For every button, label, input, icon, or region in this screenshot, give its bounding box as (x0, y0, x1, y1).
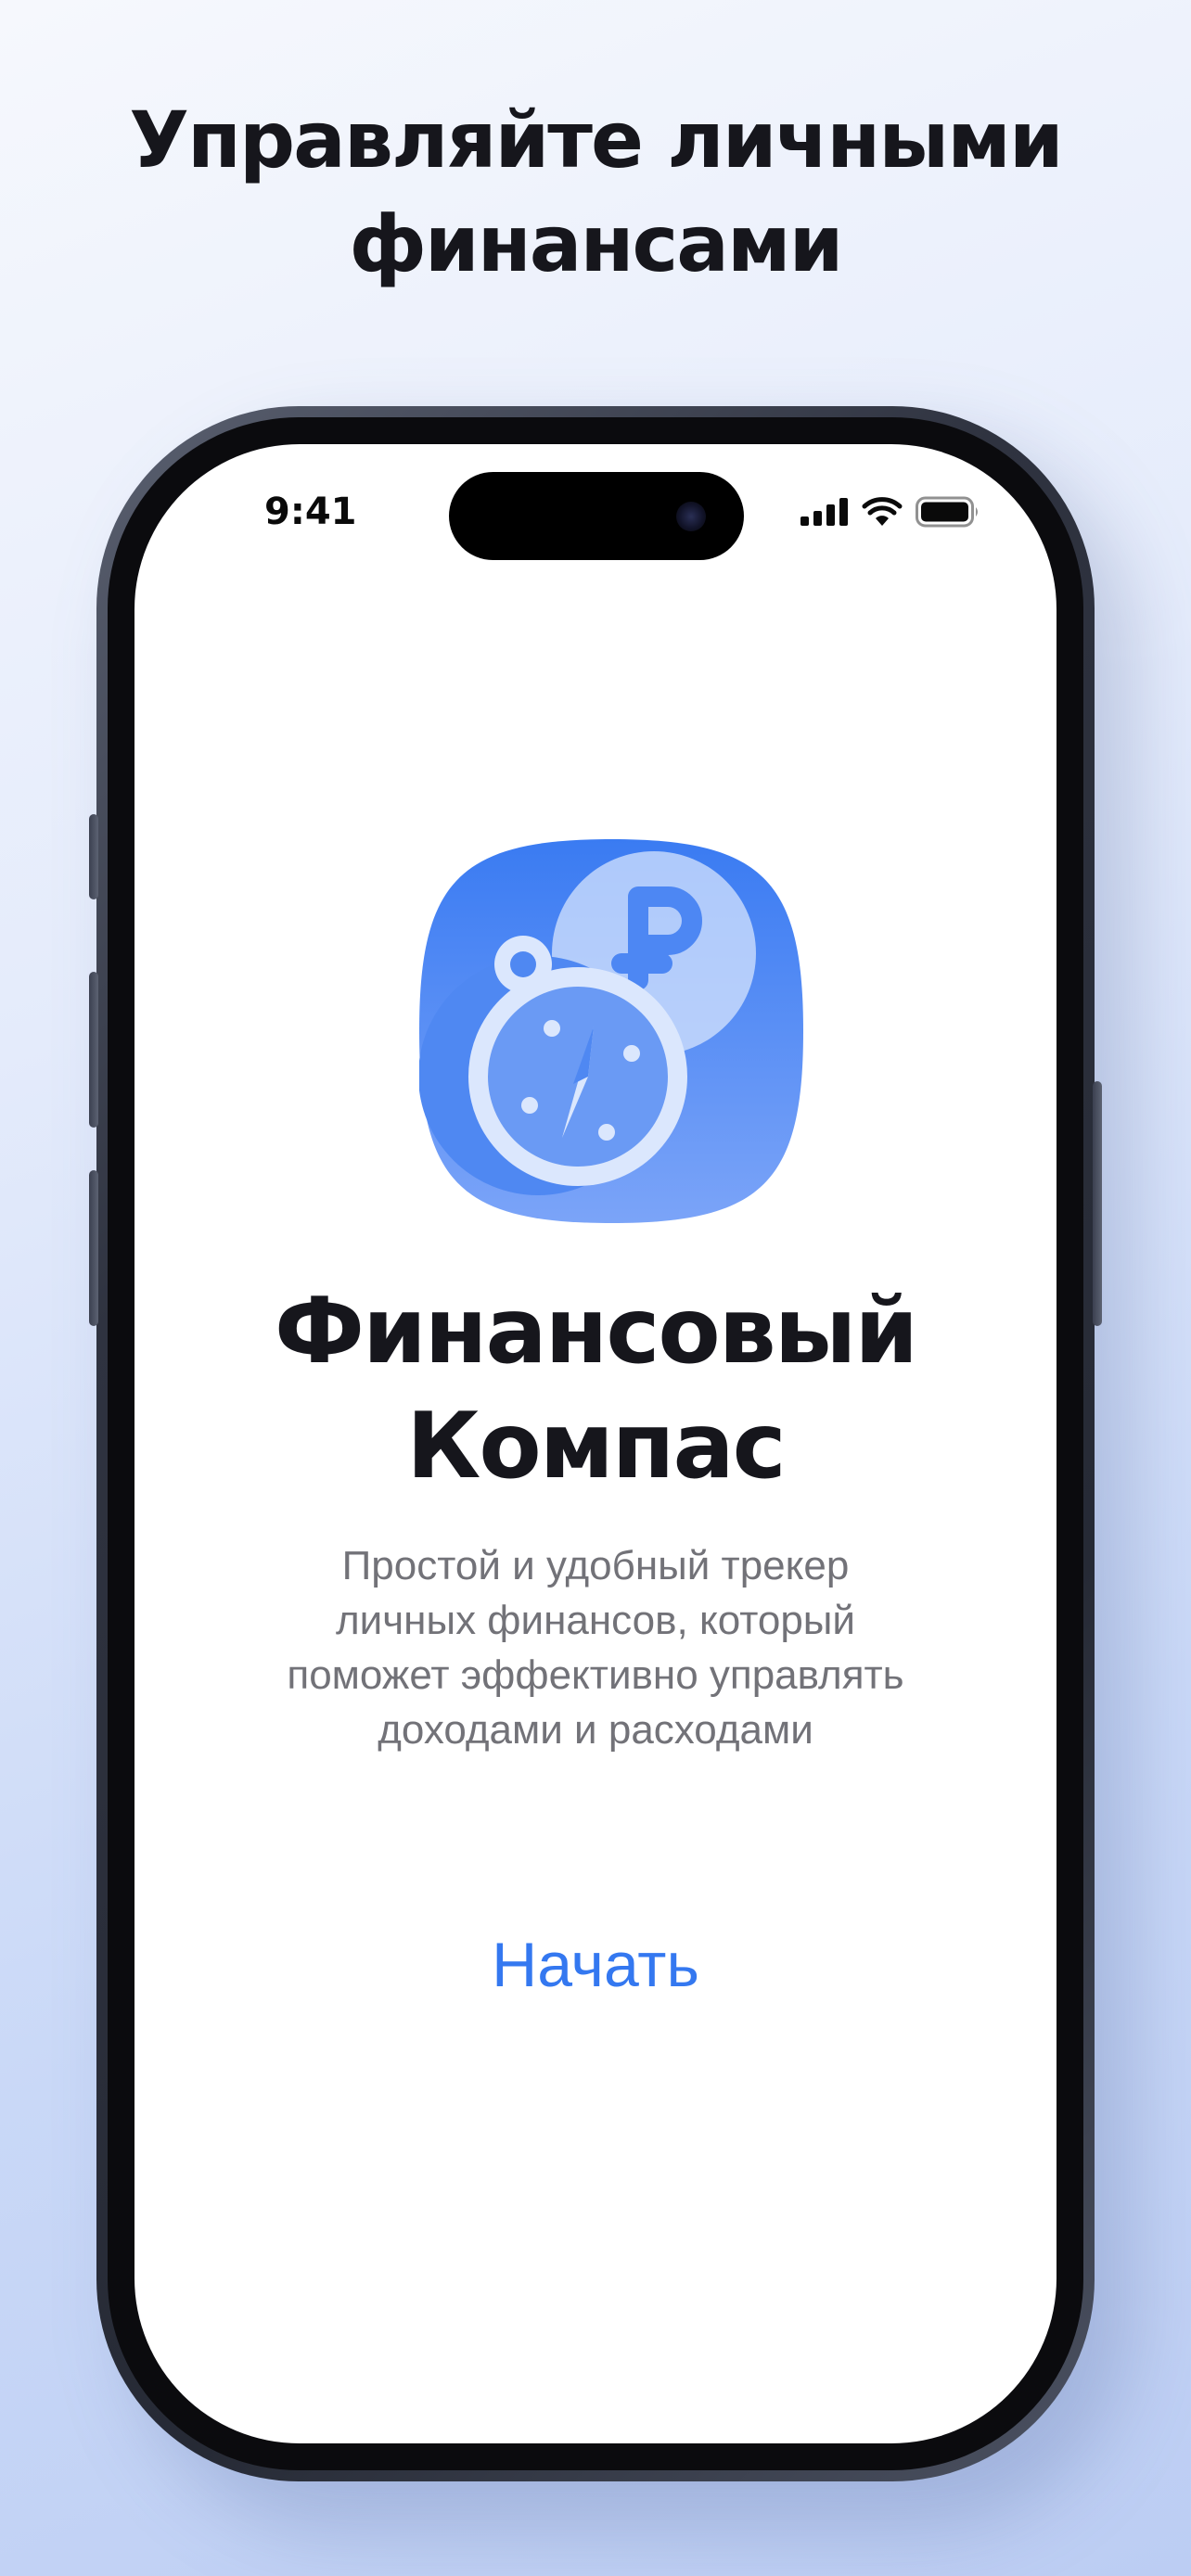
description-line: доходами и расходами (378, 1707, 813, 1753)
start-button[interactable]: Начать (456, 1919, 735, 2011)
compass-ruble-app-icon (419, 839, 803, 1223)
phone-screen: 9:41 Финансовый Компас Простой и удобный… (134, 444, 1057, 2443)
action-button (89, 814, 98, 899)
headline-line-1: Управляйте личными (129, 95, 1064, 185)
dynamic-island (449, 472, 744, 560)
volume-down-button (89, 1170, 98, 1326)
app-title-line-2: Компас (406, 1394, 786, 1499)
power-button (1093, 1081, 1102, 1326)
marketing-headline: Управляйте личными финансами (0, 88, 1191, 296)
app-description: Простой и удобный трекер личных финансов… (246, 1538, 945, 1757)
app-title: Финансовый Компас (134, 1274, 1057, 1504)
headline-line-2: финансами (349, 198, 844, 289)
description-line: Простой и удобный трекер (341, 1543, 850, 1588)
description-line: поможет эффективно управлять (287, 1652, 904, 1698)
wifi-icon (862, 497, 903, 526)
cellular-signal-icon (800, 498, 848, 526)
app-title-line-1: Финансовый (274, 1279, 918, 1384)
description-line: личных финансов, который (335, 1598, 855, 1643)
volume-up-button (89, 972, 98, 1128)
battery-icon (916, 496, 978, 528)
status-icons (800, 496, 980, 528)
status-time: 9:41 (264, 491, 357, 533)
front-camera (676, 502, 706, 531)
